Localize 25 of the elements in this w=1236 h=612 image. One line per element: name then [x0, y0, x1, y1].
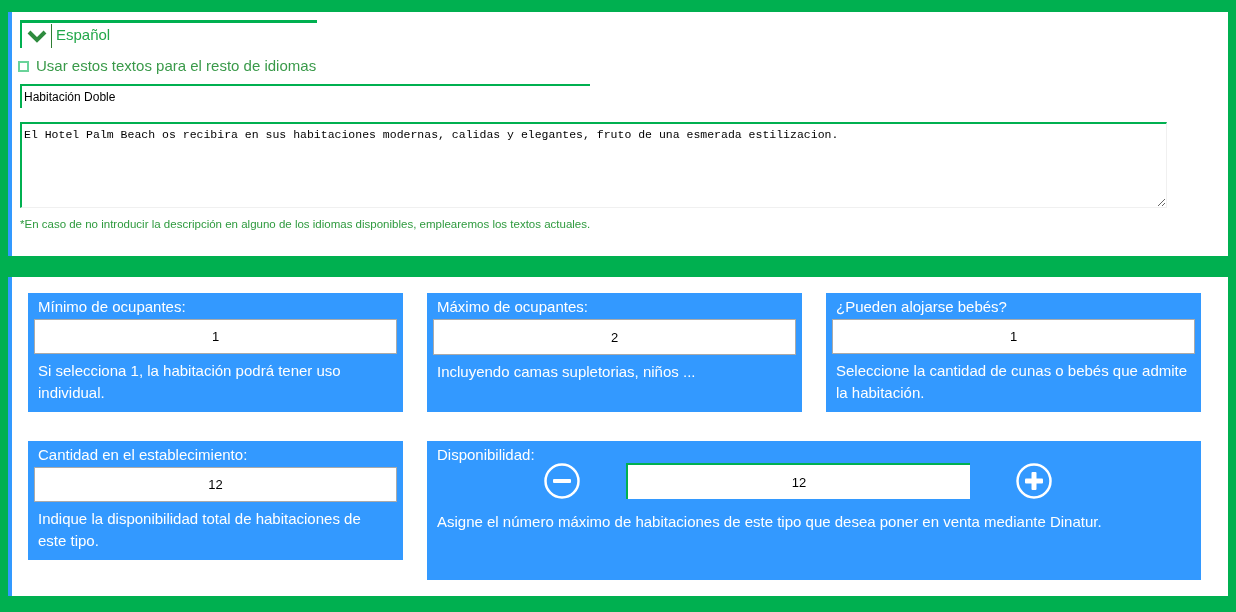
setting-label: Máximo de ocupantes: — [436, 297, 589, 317]
setting-label: Mínimo de ocupantes: — [37, 297, 187, 317]
note-text: *En caso de no introducir la descripción en alguno de los idiomas disponibles, emplearemos los textos actuales. — [20, 217, 592, 232]
help-text: Seleccione la cantidad de cunas o bebés que admite la habitación. — [835, 361, 1189, 403]
number-field[interactable]: 2 — [433, 319, 796, 355]
checkbox[interactable] — [18, 60, 29, 72]
room-name-field[interactable]: Habitación Doble — [20, 84, 590, 108]
number-field[interactable]: 1 — [34, 319, 397, 354]
chevron-down-icon — [26, 28, 47, 43]
decrement-button[interactable] — [544, 463, 580, 499]
minus-icon — [544, 463, 580, 499]
setting-label: ¿Pueden alojarse bebés? — [835, 297, 1008, 317]
setting-label: Cantidad en el establecimiento: — [37, 445, 249, 465]
plus-icon — [1016, 463, 1052, 499]
number-field[interactable]: 12 — [34, 467, 397, 502]
checkbox-label: Usar estos textos para el resto de idiomas — [36, 55, 317, 76]
description-field[interactable]: El Hotel Palm Beach os recibira en sus habitaciones modernas, calidas y elegantes, fruto de una esmerada estilizacion. — [20, 122, 1167, 208]
help-text: Indique la disponibilidad total de habitaciones de este tipo. — [37, 509, 362, 551]
help-text: Incluyendo camas supletorias, niños ... — [436, 362, 697, 382]
help-text: Si selecciona 1, la habitación podrá tener uso individual. — [37, 361, 342, 403]
help-text: Asigne el número máximo de habitaciones de este tipo que desea poner en venta mediante Dinatur. — [436, 512, 1103, 532]
setting-label: Disponibilidad: — [436, 445, 536, 465]
number-field[interactable]: 12 — [626, 463, 970, 499]
number-field[interactable]: 1 — [832, 319, 1195, 354]
increment-button[interactable] — [1016, 463, 1052, 499]
